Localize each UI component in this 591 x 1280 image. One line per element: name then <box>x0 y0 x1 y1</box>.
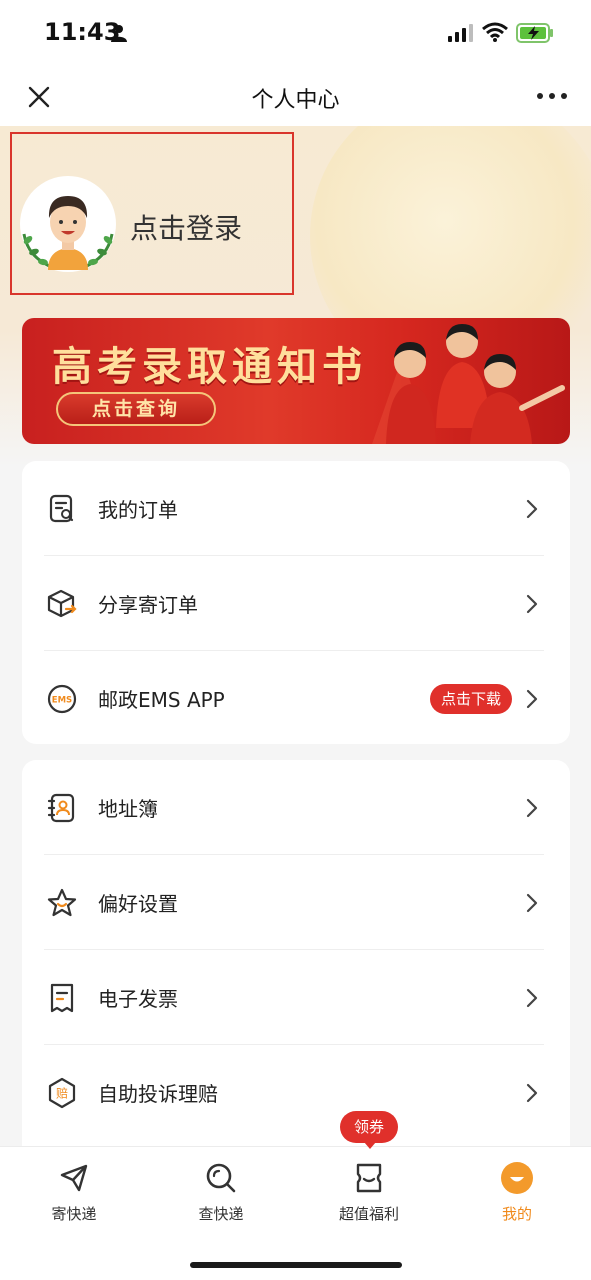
tab-mine[interactable]: 我的 <box>457 1161 577 1231</box>
chevron-right-icon <box>526 988 538 1008</box>
chevron-right-icon <box>526 594 538 614</box>
tab-track-express[interactable]: 查快递 <box>161 1161 281 1231</box>
banner-query-button[interactable]: 点击查询 <box>56 392 216 426</box>
order-search-icon <box>49 494 74 523</box>
claim-icon-text: 赔 <box>56 1086 68 1101</box>
tab-label: 我的 <box>501 1205 532 1223</box>
nav-bar: 个人中心 <box>0 66 591 126</box>
bottom-tab-bar: 寄快递 查快递 超值福利 我的 <box>0 1146 591 1280</box>
menu-card-orders: 我的订单 分享寄订单 EMS 邮政EMS APP 点击下载 <box>22 461 570 744</box>
address-book-icon <box>47 793 75 823</box>
banner-title: 高考录取通知书 <box>52 343 367 390</box>
menu-item-address-book[interactable]: 地址簿 <box>22 760 570 855</box>
ems-icon-text: EMS <box>52 696 72 706</box>
invoice-icon <box>50 983 74 1013</box>
menu-label: 分享寄订单 <box>98 593 198 617</box>
signal-icon <box>448 24 473 42</box>
tab-label: 超值福利 <box>338 1205 399 1223</box>
star-icon <box>47 888 77 917</box>
tab-label: 寄快递 <box>51 1205 97 1223</box>
tab-benefits[interactable]: 超值福利 <box>309 1161 429 1231</box>
download-badge[interactable]: 点击下载 <box>430 684 512 714</box>
status-time: 11:43 <box>44 18 121 46</box>
login-label[interactable]: 点击登录 <box>130 207 242 247</box>
login-area[interactable]: 点击登录 <box>10 132 294 295</box>
share-box-icon <box>47 589 77 618</box>
menu-label: 我的订单 <box>98 498 178 522</box>
chevron-right-icon <box>526 893 538 913</box>
home-indicator <box>190 1262 402 1268</box>
wifi-icon <box>482 22 508 42</box>
coupon-icon <box>356 1163 382 1193</box>
chevron-right-icon <box>526 798 538 818</box>
menu-label: 自助投诉理赔 <box>98 1082 218 1106</box>
menu-label: 邮政EMS APP <box>98 688 225 712</box>
avatar[interactable] <box>18 174 118 274</box>
menu-card-settings: 地址簿 偏好设置 电子发票 赔 自助投诉理赔 <box>22 760 570 1160</box>
menu-label: 电子发票 <box>98 987 178 1011</box>
status-bar: 11:43 <box>0 0 591 66</box>
chevron-right-icon <box>526 499 538 519</box>
menu-item-complaint-claim[interactable]: 赔 自助投诉理赔 <box>22 1045 570 1140</box>
chevron-right-icon <box>526 689 538 709</box>
menu-label: 偏好设置 <box>98 892 178 916</box>
admission-letter-banner[interactable]: 高考录取通知书 点击查询 <box>22 318 570 444</box>
chevron-right-icon <box>526 1083 538 1103</box>
page-title: 个人中心 <box>251 88 340 113</box>
profile-smile-icon <box>501 1162 533 1194</box>
menu-label: 地址簿 <box>98 797 158 821</box>
claim-icon: 赔 <box>48 1077 76 1109</box>
tab-label: 查快递 <box>198 1205 244 1223</box>
menu-item-my-orders[interactable]: 我的订单 <box>22 461 570 556</box>
coupon-badge[interactable]: 领券 <box>340 1111 398 1149</box>
search-icon <box>206 1163 236 1193</box>
tab-send-express[interactable]: 寄快递 <box>14 1161 134 1231</box>
menu-item-preferences[interactable]: 偏好设置 <box>22 855 570 950</box>
send-icon <box>60 1164 88 1192</box>
person-icon <box>111 25 127 42</box>
menu-item-share-order[interactable]: 分享寄订单 <box>22 556 570 651</box>
ems-icon: EMS <box>47 684 77 714</box>
battery-charging-icon <box>516 23 553 43</box>
menu-item-e-invoice[interactable]: 电子发票 <box>22 950 570 1045</box>
more-icon[interactable] <box>532 80 572 112</box>
menu-item-ems-app[interactable]: EMS 邮政EMS APP 点击下载 <box>22 651 570 746</box>
players-image <box>372 324 565 444</box>
